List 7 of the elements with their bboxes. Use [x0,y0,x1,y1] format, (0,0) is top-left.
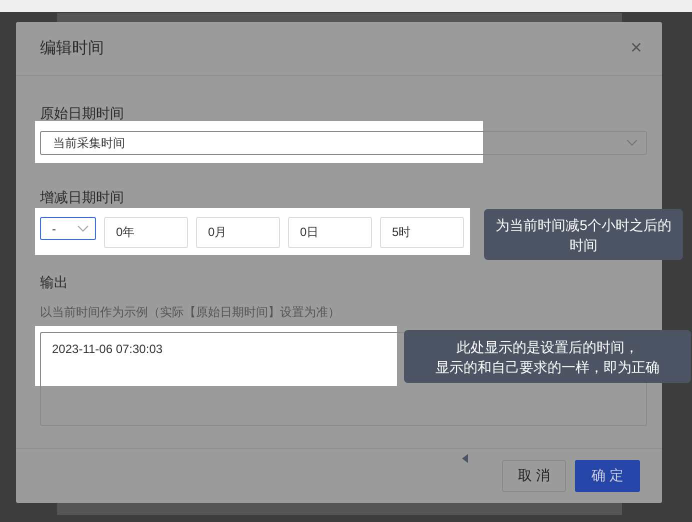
tooltip: 此处显示的是设置后的时间， 显示的和自己要求的一样，即为正确 [404,330,691,383]
hint-text: 以当前时间作为示例（实际【原始日期时间】设置为准） [40,304,341,320]
field-label: 输出 [40,274,68,290]
field-label: 原始日期时间 [40,104,125,122]
tooltip: 为当前时间减5个小时之后的 时间 [484,209,683,260]
field-label: 增减日期时间 [40,189,124,205]
dialog-title: 编辑时间 [40,38,104,59]
